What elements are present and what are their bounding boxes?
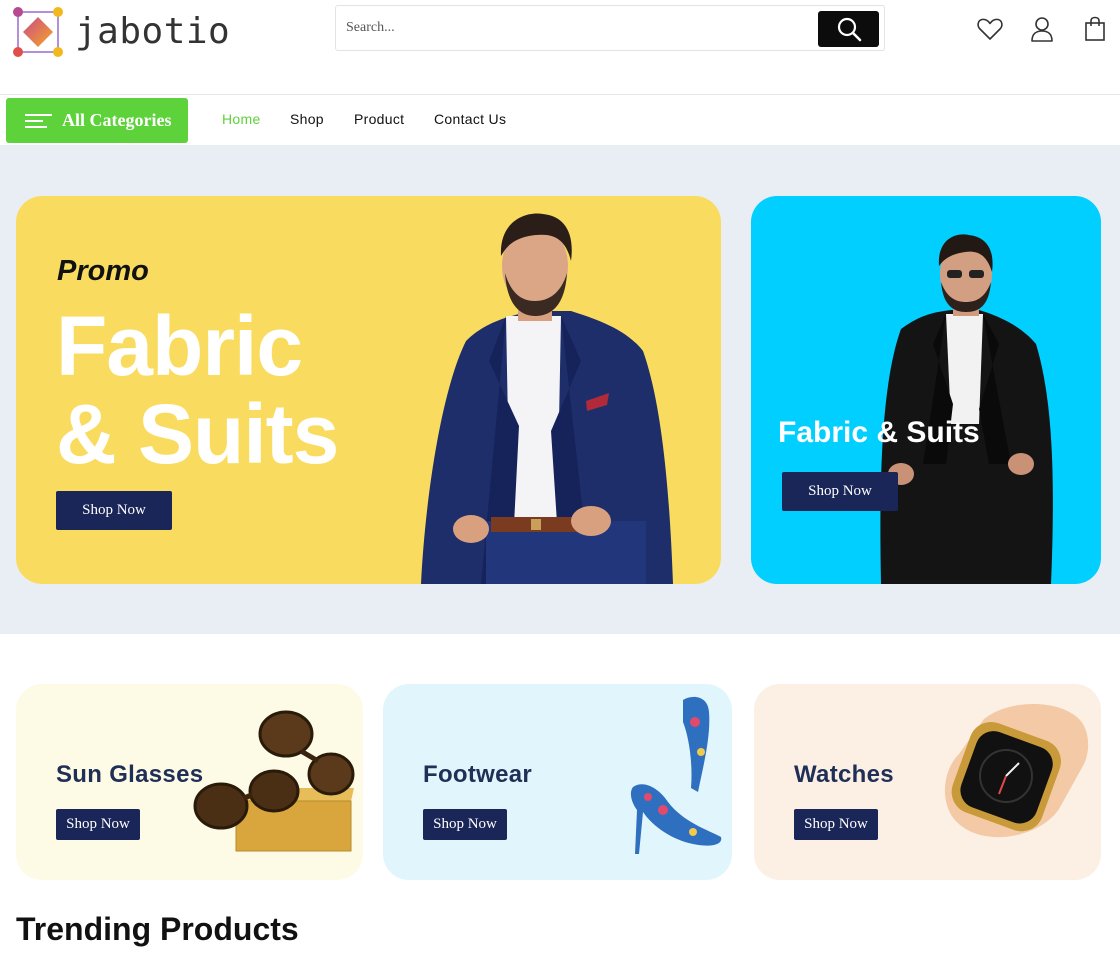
logo-mark-icon xyxy=(12,6,64,58)
main-navigation: All Categories Home Shop Product Contact… xyxy=(0,95,1120,145)
side-shop-now-button[interactable]: Shop Now xyxy=(782,472,898,511)
promo-kicker: Promo xyxy=(57,255,149,287)
menu-icon xyxy=(25,113,52,128)
footwear-shop-now-button[interactable]: Shop Now xyxy=(423,809,507,840)
category-card-sunglasses[interactable]: Sun Glasses Shop Now xyxy=(16,684,363,880)
search-icon xyxy=(837,17,861,42)
account-button[interactable] xyxy=(1028,15,1056,43)
promo-banner-main[interactable]: Promo Fabric & Suits Shop Now xyxy=(16,196,721,584)
nav-home[interactable]: Home xyxy=(222,111,261,127)
nav-product[interactable]: Product xyxy=(354,111,404,127)
hero-section: Promo Fabric & Suits Shop Now Fabric & S… xyxy=(0,145,1120,634)
all-categories-button[interactable]: All Categories xyxy=(6,98,188,143)
promo-title-line1: Fabric xyxy=(56,299,303,393)
model-navy-suit-image xyxy=(421,213,673,584)
site-header: jabotio xyxy=(0,0,1120,95)
search-input[interactable] xyxy=(346,6,816,50)
cart-button[interactable] xyxy=(1081,15,1109,43)
shopping-bag-icon xyxy=(1085,16,1105,41)
all-categories-label: All Categories xyxy=(62,110,172,130)
smartwatch-image xyxy=(944,704,1089,838)
category-title-footwear: Footwear xyxy=(423,761,533,788)
promo-shop-now-button[interactable]: Shop Now xyxy=(56,491,172,530)
promo-title: Fabric & Suits xyxy=(56,299,339,481)
category-card-footwear[interactable]: Footwear Shop Now xyxy=(383,684,732,880)
promo-title-line2: & Suits xyxy=(56,387,339,481)
wishlist-button[interactable] xyxy=(976,15,1004,43)
search-bar xyxy=(335,5,885,51)
user-icon xyxy=(1031,17,1053,42)
heart-icon xyxy=(977,18,1003,40)
model-black-suit-image xyxy=(880,234,1053,584)
category-title-watches: Watches xyxy=(794,761,894,788)
category-title-sunglasses: Sun Glasses xyxy=(56,761,204,788)
high-heels-image xyxy=(630,696,722,854)
promo-banner-side[interactable]: Fabric & Suits Shop Now xyxy=(751,196,1101,584)
side-promo-title: Fabric & Suits xyxy=(778,416,980,449)
watches-shop-now-button[interactable]: Shop Now xyxy=(794,809,878,840)
category-card-watches[interactable]: Watches Shop Now xyxy=(754,684,1101,880)
brand-logo[interactable]: jabotio xyxy=(12,6,230,58)
search-button[interactable] xyxy=(818,11,879,47)
nav-shop[interactable]: Shop xyxy=(290,111,324,127)
brand-name: jabotio xyxy=(75,11,231,52)
trending-products-heading: Trending Products xyxy=(16,911,299,947)
nav-contact-us[interactable]: Contact Us xyxy=(434,111,506,127)
sunglasses-shop-now-button[interactable]: Shop Now xyxy=(56,809,140,840)
